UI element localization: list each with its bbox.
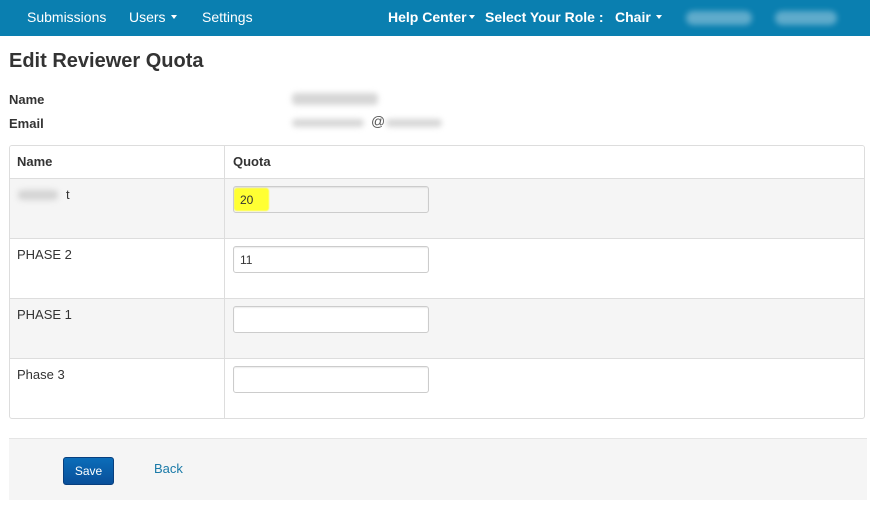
top-navbar: Submissions Users Settings Help Center S… bbox=[0, 0, 870, 36]
column-divider bbox=[224, 146, 225, 418]
role-dropdown[interactable]: Chair bbox=[615, 0, 662, 36]
account-menu-redacted[interactable] bbox=[775, 11, 837, 25]
select-role-label: Select Your Role : bbox=[485, 9, 604, 25]
user-menu-redacted[interactable] bbox=[686, 11, 752, 25]
name-value-redacted bbox=[292, 93, 378, 105]
row-name-redacted bbox=[18, 190, 58, 200]
quota-input[interactable] bbox=[233, 366, 429, 393]
table-row: Phase 3 bbox=[10, 359, 864, 418]
nav-users[interactable]: Users bbox=[129, 0, 177, 36]
role-dropdown-label: Chair bbox=[615, 9, 651, 25]
nav-submissions[interactable]: Submissions bbox=[27, 0, 106, 36]
row-name: Phase 3 bbox=[17, 367, 65, 382]
save-button[interactable]: Save bbox=[63, 457, 114, 485]
row-name: PHASE 1 bbox=[17, 307, 72, 322]
row-name: PHASE 2 bbox=[17, 247, 72, 262]
table-row: PHASE 1 bbox=[10, 299, 864, 359]
quota-table: Name Quota t PHASE 2 PHASE 1 Phase 3 bbox=[9, 145, 865, 419]
name-label: Name bbox=[9, 92, 45, 107]
caret-down-icon bbox=[170, 15, 177, 20]
email-label: Email bbox=[9, 116, 44, 131]
table-row: PHASE 2 bbox=[10, 239, 864, 299]
table-header: Name Quota bbox=[10, 146, 864, 179]
quota-input[interactable] bbox=[233, 306, 429, 333]
caret-down-icon bbox=[468, 15, 475, 20]
nav-users-label: Users bbox=[129, 9, 166, 25]
header-name: Name bbox=[17, 154, 53, 169]
nav-help-center[interactable]: Help Center bbox=[388, 0, 475, 36]
row-name: t bbox=[66, 187, 70, 202]
back-link[interactable]: Back bbox=[154, 461, 183, 476]
email-value-redacted-right bbox=[386, 119, 442, 127]
page-title: Edit Reviewer Quota bbox=[9, 50, 204, 72]
header-quota: Quota bbox=[233, 154, 271, 169]
quota-input[interactable] bbox=[233, 186, 429, 213]
email-at-symbol: @ bbox=[371, 113, 386, 129]
caret-down-icon bbox=[655, 15, 662, 20]
table-row: t bbox=[10, 179, 864, 239]
quota-input[interactable] bbox=[233, 246, 429, 273]
form-actions: Save Back bbox=[9, 438, 867, 500]
email-value-redacted-left bbox=[292, 119, 364, 127]
nav-help-center-label: Help Center bbox=[388, 9, 467, 25]
nav-settings[interactable]: Settings bbox=[202, 0, 253, 36]
